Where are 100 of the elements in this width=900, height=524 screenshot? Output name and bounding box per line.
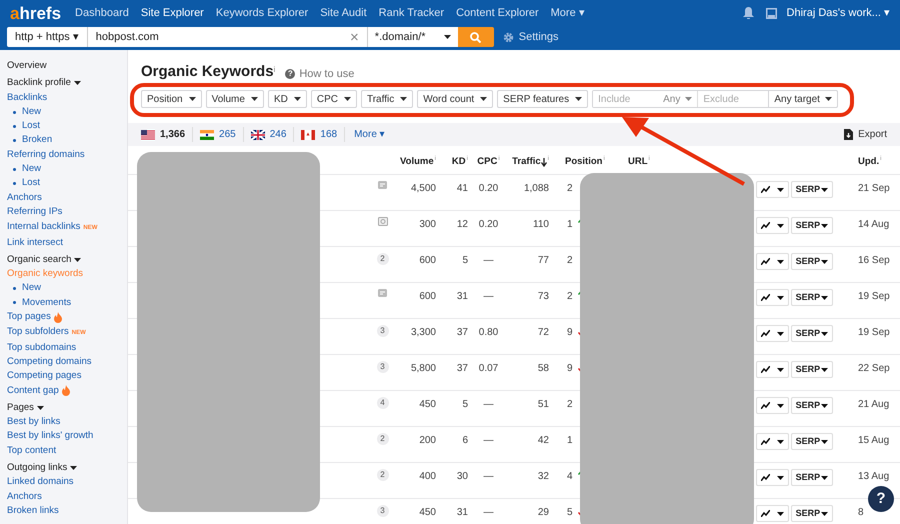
- filter-dropdown[interactable]: Volume: [206, 90, 264, 108]
- sidebar-link[interactable]: Broken links: [7, 504, 59, 518]
- chart-dropdown[interactable]: [756, 289, 789, 306]
- chart-dropdown[interactable]: [756, 253, 789, 270]
- filter-dropdown[interactable]: SERP features: [497, 90, 588, 108]
- section-heading[interactable]: Backlink profile: [7, 76, 71, 91]
- filter-dropdown[interactable]: Position: [141, 90, 202, 108]
- section-heading[interactable]: Outgoing links: [7, 461, 68, 476]
- section-heading[interactable]: Pages: [7, 400, 34, 416]
- position-cell-text: 2: [567, 182, 573, 196]
- sidebar-link[interactable]: Link intersect: [7, 236, 63, 250]
- serp-dropdown[interactable]: SERP: [791, 289, 833, 306]
- serp-dropdown[interactable]: SERP: [791, 469, 833, 486]
- caret-icon: [824, 97, 832, 102]
- serp-dropdown[interactable]: SERP: [791, 325, 833, 342]
- section-heading[interactable]: Overview: [7, 59, 47, 74]
- column-header[interactable]: Position$^{i}$: [565, 155, 605, 170]
- sidebar-link[interactable]: Best by links: [7, 415, 60, 430]
- caret-icon: [821, 440, 828, 444]
- column-header[interactable]: Traffic $^{i}$: [512, 155, 549, 170]
- date-cell: 22 Sep: [858, 363, 890, 374]
- target-dropdown[interactable]: Any target: [768, 91, 837, 108]
- serp-dropdown[interactable]: SERP: [791, 217, 833, 234]
- nav-link[interactable]: Dashboard: [75, 4, 129, 22]
- sidebar-link[interactable]: Top subdomains: [7, 340, 76, 355]
- serp-dropdown[interactable]: SERP: [791, 253, 833, 270]
- chart-dropdown[interactable]: [756, 325, 789, 342]
- sidebar-link[interactable]: Referring IPs: [7, 204, 62, 220]
- sidebar-link[interactable]: Top subfolders: [7, 325, 69, 340]
- sidebar-link[interactable]: Top content: [7, 444, 56, 458]
- chart-dropdown[interactable]: [756, 469, 789, 486]
- cpc-cell: —: [484, 255, 494, 266]
- nav-link[interactable]: Site Audit: [320, 4, 367, 22]
- caret-icon: [294, 97, 301, 102]
- keyword-filter[interactable]: Include Any Exclude Any target: [592, 90, 838, 108]
- column-header[interactable]: Volume$^{i}$: [400, 155, 436, 170]
- column-header[interactable]: Upd.$^{i}$: [858, 155, 882, 170]
- sidebar-link[interactable]: Anchors: [7, 190, 42, 205]
- export-button[interactable]: Export: [844, 127, 887, 142]
- section-heading[interactable]: Organic search: [7, 252, 72, 268]
- chart-dropdown[interactable]: [756, 181, 789, 198]
- traffic-cell: 110: [533, 219, 549, 230]
- nav-link[interactable]: More ▾: [550, 4, 585, 22]
- column-header[interactable]: URL$^{i}$: [628, 155, 650, 170]
- nav-link[interactable]: Keywords Explorer: [216, 4, 308, 22]
- filter-dropdown[interactable]: CPC: [310, 90, 357, 108]
- column-header[interactable]: CPC$^{i}$: [477, 155, 500, 170]
- serp-dropdown[interactable]: SERP: [791, 397, 833, 414]
- sidebar-link[interactable]: New: [22, 104, 42, 120]
- serp-dropdown[interactable]: SERP: [791, 505, 833, 522]
- clear-button[interactable]: ×: [350, 30, 359, 44]
- protocol-select[interactable]: http + https ▾: [7, 27, 88, 47]
- more-link[interactable]: More ▾: [354, 127, 385, 142]
- nav-link[interactable]: Rank Tracker: [378, 4, 444, 22]
- country-tab[interactable]: 168: [301, 127, 346, 142]
- sidebar-link[interactable]: Internal backlinks: [7, 220, 80, 235]
- serp-dropdown[interactable]: SERP: [791, 361, 833, 378]
- sidebar-link[interactable]: Top pages: [7, 310, 51, 324]
- column-header[interactable]: KD$^{i}$: [452, 155, 468, 170]
- nav-link[interactable]: Site Explorer: [140, 4, 204, 22]
- serp-feature-count: 3: [376, 505, 388, 518]
- sidebar-link[interactable]: Linked domains: [7, 475, 74, 490]
- country-tab[interactable]: 1,366: [141, 127, 194, 142]
- bullet-icon: [13, 124, 16, 128]
- filter-dropdown[interactable]: KD: [268, 90, 307, 108]
- chart-dropdown[interactable]: [756, 361, 789, 378]
- nav-link[interactable]: Content Explorer: [456, 4, 539, 22]
- chart-dropdown[interactable]: [756, 217, 789, 234]
- date-cell: 13 Aug: [858, 471, 890, 482]
- sidebar-link[interactable]: Backlinks: [7, 90, 48, 105]
- serp-dropdown[interactable]: SERP: [791, 181, 833, 198]
- sidebar-link[interactable]: Lost: [22, 119, 40, 134]
- filter-dropdown[interactable]: Word count: [417, 90, 494, 108]
- url-field[interactable]: hobpost.com ×: [88, 27, 368, 47]
- sidebar-link[interactable]: Lost: [22, 176, 40, 191]
- chart-dropdown[interactable]: [756, 505, 789, 522]
- sidebar-link[interactable]: Content gap: [7, 384, 59, 398]
- chart-dropdown[interactable]: [756, 433, 789, 450]
- help-button[interactable]: ?: [868, 486, 894, 512]
- country-tab[interactable]: 246: [250, 127, 294, 142]
- sidebar-link[interactable]: New: [22, 281, 42, 296]
- sidebar-link[interactable]: Broken: [22, 133, 52, 148]
- settings-link[interactable]: Settings: [502, 28, 559, 46]
- sidebar-link[interactable]: Movements: [22, 296, 72, 310]
- sidebar-link[interactable]: New: [22, 162, 42, 176]
- filter-dropdown[interactable]: Traffic: [360, 90, 414, 108]
- account-menu[interactable]: Dhiraj Das's work... ▾: [786, 4, 890, 22]
- caret-icon: [685, 97, 692, 102]
- sidebar-link[interactable]: Competing pages: [7, 369, 82, 384]
- how-to-use-link[interactable]: ? How to use: [285, 66, 354, 82]
- sidebar-link[interactable]: Competing domains: [7, 354, 92, 370]
- sidebar-link[interactable]: Best by links' growth: [7, 429, 94, 444]
- country-tab[interactable]: 265: [200, 127, 244, 142]
- sidebar-link[interactable]: Referring domains: [7, 148, 85, 162]
- sidebar-link[interactable]: Anchors: [7, 490, 42, 504]
- mode-select[interactable]: *.domain/*: [368, 27, 458, 47]
- serp-dropdown[interactable]: SERP: [791, 433, 833, 450]
- chart-dropdown[interactable]: [756, 397, 789, 414]
- serp-feature-count: 3: [376, 325, 388, 338]
- logo[interactable]: ahrefs: [10, 4, 62, 22]
